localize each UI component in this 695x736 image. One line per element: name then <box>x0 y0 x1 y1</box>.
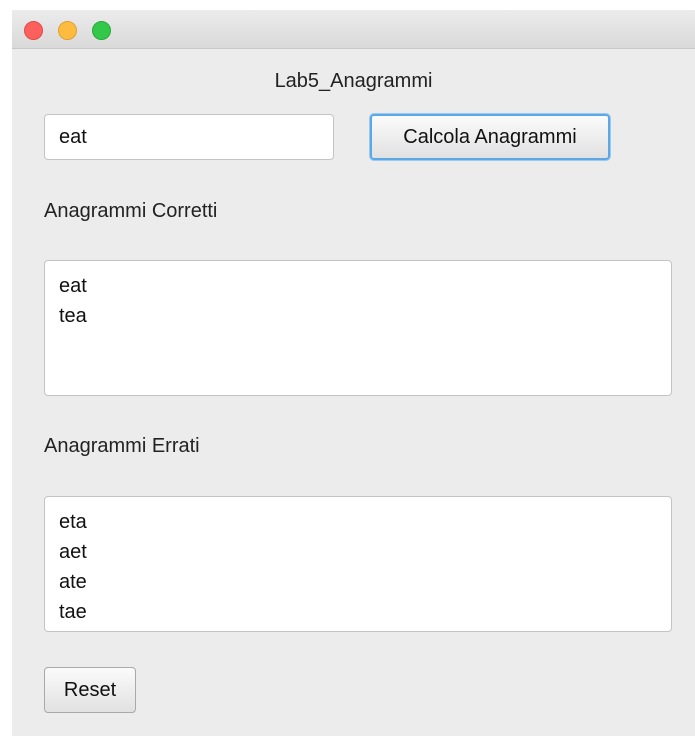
list-item: tae <box>59 601 87 623</box>
word-input[interactable]: eat <box>44 114 334 160</box>
maximize-window-button[interactable] <box>92 21 111 40</box>
list-item: tea <box>59 305 87 327</box>
calcola-anagrammi-button[interactable]: Calcola Anagrammi <box>370 114 610 160</box>
app-title: Lab5_Anagrammi <box>274 70 433 92</box>
app-window: Lab5_Anagrammi eat Calcola Anagrammi Ana… <box>12 10 695 736</box>
anagrammi-errati-label: Anagrammi Errati <box>44 435 200 457</box>
close-window-button[interactable] <box>24 21 43 40</box>
list-item: eat <box>59 275 87 297</box>
minimize-window-button[interactable] <box>58 21 77 40</box>
anagrammi-errati-textarea[interactable]: eta aet ate tae <box>44 496 672 632</box>
anagrammi-corretti-textarea[interactable]: eat tea <box>44 260 672 396</box>
list-item: aet <box>59 541 87 563</box>
list-item: ate <box>59 571 87 593</box>
reset-button[interactable]: Reset <box>44 667 136 713</box>
anagrammi-corretti-label: Anagrammi Corretti <box>44 200 218 222</box>
list-item: eta <box>59 511 87 533</box>
title-bar[interactable] <box>12 10 695 49</box>
